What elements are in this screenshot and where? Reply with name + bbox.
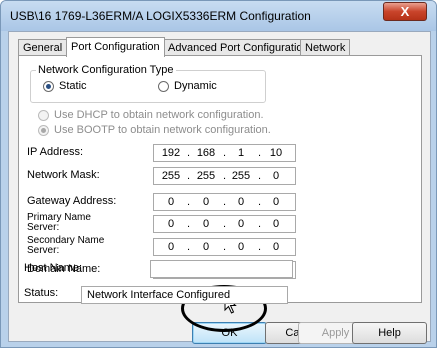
close-button[interactable]: X	[383, 2, 427, 21]
dhcp-radio[interactable]	[38, 110, 49, 121]
static-radio[interactable]	[43, 81, 54, 92]
tab-network[interactable]: Network	[300, 39, 351, 56]
tab-general[interactable]: General	[18, 39, 68, 56]
network-configuration-type-group: Network Configuration Type Static Dynami…	[30, 64, 266, 103]
primary-dns-octet-3: 0	[237, 218, 245, 230]
tab-port-configuration[interactable]: Port Configuration	[66, 37, 165, 57]
gateway-octet-4: 0	[272, 196, 280, 208]
ip-octet-1: 192	[161, 147, 181, 159]
bootp-radio[interactable]	[38, 125, 49, 136]
host-name-label: Host Name:	[24, 262, 83, 274]
mask-octet-1: 255	[161, 170, 181, 182]
secondary-dns-octet-4: 0	[272, 241, 280, 253]
host-name-input[interactable]	[150, 260, 293, 278]
bootp-label: Use BOOTP to obtain network configuratio…	[54, 124, 271, 136]
primary-dns-octet-1: 0	[167, 218, 175, 230]
gateway-octet-2: 0	[202, 196, 210, 208]
ip-address-label: IP Address:	[27, 146, 84, 158]
group-label: Network Configuration Type	[36, 64, 176, 76]
ip-octet-2: 168	[196, 147, 216, 159]
secondary-dns-octet-2: 0	[202, 241, 210, 253]
primary-dns-octet-4: 0	[272, 218, 280, 230]
dhcp-label: Use DHCP to obtain network configuration…	[54, 109, 264, 121]
title-bar[interactable]: USB\16 1769-L36ERM/A LOGIX5336ERM Config…	[1, 1, 436, 31]
ip-address-field[interactable]: 192 . 168 . 1 . 10	[153, 144, 296, 162]
ip-octet-4: 10	[269, 147, 283, 159]
mask-octet-3: 255	[231, 170, 251, 182]
help-button[interactable]: Help	[352, 322, 427, 344]
network-mask-field[interactable]: 255 . 255 . 255 . 0	[153, 167, 296, 185]
mask-octet-4: 0	[272, 170, 280, 182]
secondary-dns-octet-1: 0	[167, 241, 175, 253]
window-title: USB\16 1769-L36ERM/A LOGIX5336ERM Config…	[10, 9, 311, 23]
dynamic-label: Dynamic	[174, 80, 217, 92]
dynamic-radio[interactable]	[158, 81, 169, 92]
gateway-address-label: Gateway Address:	[27, 195, 117, 207]
static-label: Static	[59, 80, 87, 92]
secondary-dns-octet-3: 0	[237, 241, 245, 253]
mask-octet-2: 255	[196, 170, 216, 182]
gateway-address-field[interactable]: 0 . 0 . 0 . 0	[153, 193, 296, 211]
ip-octet-3: 1	[237, 147, 245, 159]
status-value: Network Interface Configured	[87, 289, 231, 301]
primary-name-server-field[interactable]: 0 . 0 . 0 . 0	[153, 215, 296, 233]
gateway-octet-3: 0	[237, 196, 245, 208]
status-label: Status:	[24, 287, 59, 299]
tab-advanced-port-configuration[interactable]: Advanced Port Configuration	[163, 39, 314, 56]
close-icon: X	[400, 4, 410, 19]
status-field: Network Interface Configured	[81, 286, 288, 304]
network-mask-label: Network Mask:	[27, 169, 100, 181]
secondary-name-server-field[interactable]: 0 . 0 . 0 . 0	[153, 238, 296, 256]
primary-dns-octet-2: 0	[202, 218, 210, 230]
primary-name-server-label-line2: Server:	[27, 222, 60, 233]
secondary-name-server-label-line2: Server:	[27, 245, 60, 256]
gateway-octet-1: 0	[167, 196, 175, 208]
